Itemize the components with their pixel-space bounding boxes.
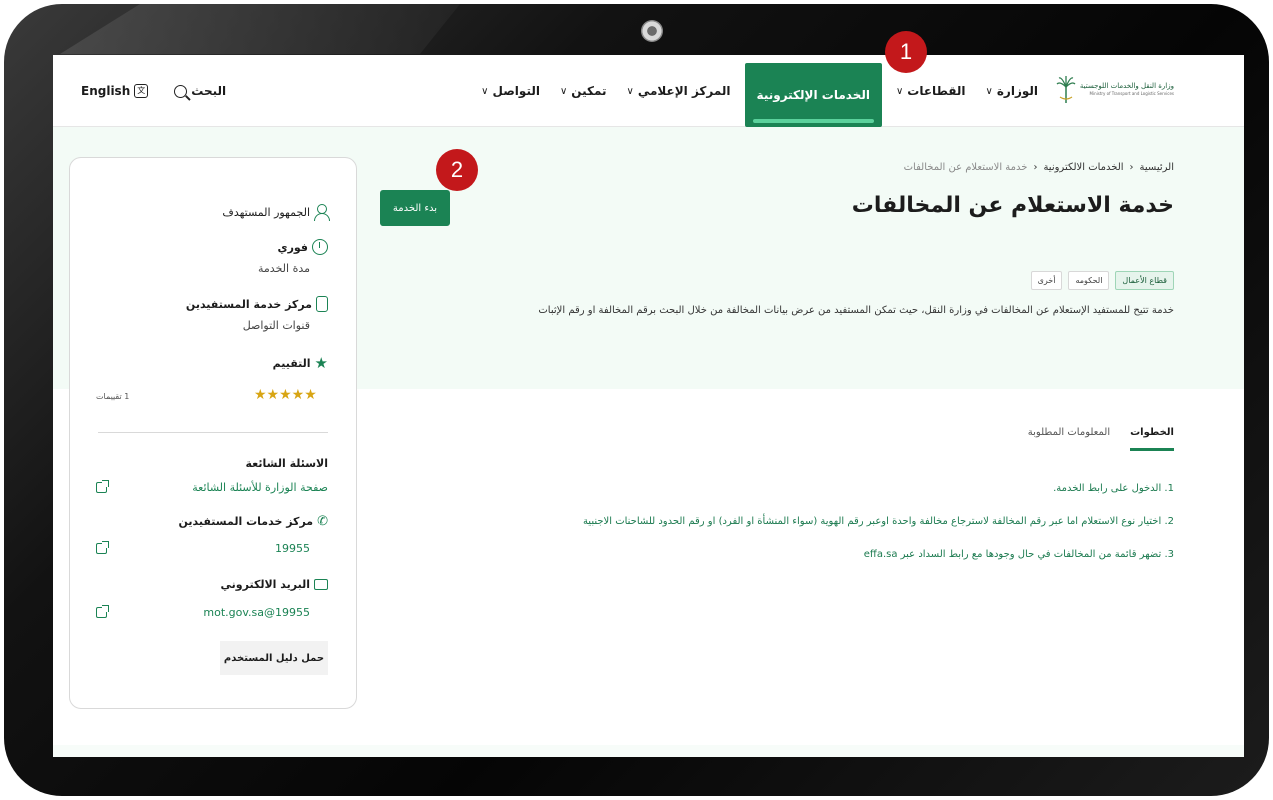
- support-title: مركز خدمات المستفيدين: [178, 515, 314, 528]
- breadcrumb: الرئيسية ‹ الخدمات الالكترونية ‹ خدمة ال…: [904, 162, 1174, 173]
- phone-icon: ✆: [317, 514, 328, 529]
- ministry-logo[interactable]: وزارة النقل والخدمات اللوجستية Ministry …: [1056, 75, 1174, 105]
- tab-steps[interactable]: الخطوات: [1130, 427, 1174, 451]
- nav-media-center-label: المركز الإعلامي: [637, 84, 731, 98]
- nav-sectors[interactable]: القطاعات ∨: [896, 84, 966, 98]
- nav-contact[interactable]: التواصل ∨: [481, 84, 540, 98]
- breadcrumb-current: خدمة الاستعلام عن المخالفات: [903, 162, 1028, 173]
- user-icon: [314, 204, 330, 221]
- chevron-down-icon: ∨: [481, 85, 489, 97]
- nav-e-services[interactable]: الخدمات الإلكترونية: [744, 63, 882, 127]
- start-service-button[interactable]: بدء الخدمة: [380, 190, 450, 226]
- step-item: 2. اختيار نوع الاستعلام اما عبر رقم المخ…: [582, 516, 1174, 527]
- main-nav: الوزارة ∨ القطاعات ∨ الخدمات الإلكترونية…: [461, 55, 1038, 127]
- breadcrumb-separator-icon: ‹: [1033, 162, 1038, 173]
- duration-value: فوري: [277, 240, 308, 254]
- audience-row: الجمهور المستهدف: [222, 204, 330, 221]
- breadcrumb-separator-icon: ‹: [1129, 162, 1134, 173]
- tag-business[interactable]: قطاع الأعمال: [1115, 271, 1174, 290]
- chevron-down-icon: ∨: [559, 85, 568, 97]
- nav-contact-label: التواصل: [492, 84, 540, 98]
- clock-icon: [312, 239, 328, 255]
- search-label: البحث: [191, 84, 227, 98]
- language-button[interactable]: English 文: [81, 84, 149, 98]
- callout-badge-1: 1: [885, 31, 927, 73]
- nav-ministry-label: الوزارة: [996, 84, 1038, 98]
- mail-icon: [314, 579, 328, 590]
- faq-title: الاسئلة الشائعة: [245, 457, 329, 470]
- email-row: البريد الالكتروني: [221, 578, 328, 591]
- nav-e-services-label: الخدمات الإلكترونية: [756, 88, 870, 102]
- site-header: وزارة النقل والخدمات اللوجستية Ministry …: [53, 55, 1244, 127]
- search-button[interactable]: البحث: [174, 84, 226, 98]
- chevron-down-icon: ∨: [895, 85, 904, 97]
- service-info-card: الجمهور المستهدف فوري مدة الخدمة مركز خد…: [69, 157, 357, 709]
- channel-value: مركز خدمة المستفيدين: [185, 297, 312, 311]
- support-row: ✆ مركز خدمات المستفيدين: [179, 514, 328, 529]
- rating-stars[interactable]: ★★★★★: [254, 387, 317, 403]
- external-link-icon[interactable]: [96, 480, 109, 493]
- email-link[interactable]: 19955@mot.gov.sa: [203, 606, 310, 619]
- search-icon: [174, 84, 188, 98]
- tablet-frame: وزارة النقل والخدمات اللوجستية Ministry …: [0, 0, 1273, 800]
- language-label: English: [81, 84, 131, 98]
- support-number[interactable]: 19955: [275, 542, 310, 555]
- step-item: 3. تضهر قائمة من المخالفات في حال وجودها…: [863, 549, 1174, 560]
- rating-count: 1 تقييمات: [96, 392, 130, 401]
- steps-list: 1. الدخول على رابط الخدمة. 2. اختيار نوع…: [583, 483, 1174, 582]
- duration-row: فوري: [277, 239, 328, 255]
- mobile-icon: [316, 296, 328, 312]
- footer-band: [53, 745, 1244, 757]
- channel-row: مركز خدمة المستفيدين: [186, 296, 328, 312]
- download-guide-button[interactable]: حمل دليل المستخدم: [220, 641, 328, 675]
- faq-link[interactable]: صفحة الوزارة للأسئلة الشائعة: [192, 481, 328, 494]
- camera-icon: [641, 20, 663, 42]
- star-icon: ★: [314, 354, 328, 372]
- step-item: 1. الدخول على رابط الخدمة.: [1053, 483, 1174, 494]
- logo-name-ar: وزارة النقل والخدمات اللوجستية: [1079, 82, 1174, 90]
- audience-label: الجمهور المستهدف: [222, 205, 310, 219]
- chevron-down-icon: ∨: [985, 85, 993, 97]
- service-tabs: الخطوات المعلومات المطلوبة: [1028, 427, 1174, 451]
- email-title: البريد الالكتروني: [220, 578, 310, 591]
- screen: وزارة النقل والخدمات اللوجستية Ministry …: [53, 55, 1244, 757]
- service-description: خدمة تتيح للمستفيد الإستعلام عن المخالفا…: [538, 305, 1174, 316]
- chevron-down-icon: ∨: [626, 85, 634, 97]
- nav-ministry[interactable]: الوزارة ∨: [986, 84, 1038, 98]
- page-title: خدمة الاستعلام عن المخالفات: [851, 193, 1174, 218]
- palm-logo-icon: [1056, 76, 1076, 103]
- rating-label: التقييم: [272, 356, 311, 370]
- header-tools: English 文 البحث: [81, 55, 226, 127]
- channel-label: قنوات التواصل: [242, 319, 310, 332]
- callout-badge-2: 2: [436, 149, 478, 191]
- nav-empowerment[interactable]: تمكين ∨: [560, 84, 607, 98]
- logo-text: وزارة النقل والخدمات اللوجستية Ministry …: [1080, 82, 1174, 98]
- nav-sectors-label: القطاعات: [907, 84, 966, 98]
- divider: [98, 432, 328, 433]
- logo-name-en: Ministry of Transport and Logistic Servi…: [1089, 91, 1174, 96]
- external-link-icon[interactable]: [96, 605, 109, 618]
- tab-required-info[interactable]: المعلومات المطلوبة: [1028, 427, 1110, 451]
- breadcrumb-home[interactable]: الرئيسية: [1140, 162, 1174, 173]
- breadcrumb-section[interactable]: الخدمات الالكترونية: [1043, 162, 1123, 173]
- tag-government[interactable]: الحكومه: [1068, 271, 1110, 290]
- nav-media-center[interactable]: المركز الإعلامي ∨: [627, 84, 731, 98]
- nav-empowerment-label: تمكين: [571, 84, 607, 98]
- tag-other[interactable]: أخرى: [1030, 271, 1063, 290]
- duration-label: مدة الخدمة: [258, 262, 310, 275]
- external-link-icon[interactable]: [96, 541, 109, 554]
- translate-icon: 文: [134, 84, 149, 98]
- tag-list: قطاع الأعمال الحكومه أخرى: [1030, 271, 1174, 290]
- rating-row: ★ التقييم: [273, 354, 328, 372]
